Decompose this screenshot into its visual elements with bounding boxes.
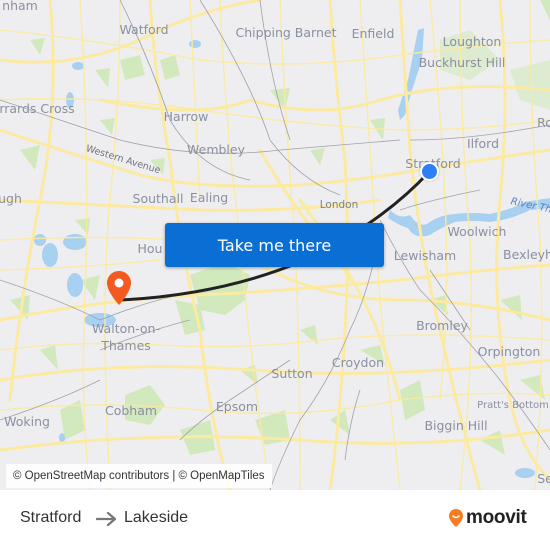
place-label-epsom: Epsom [215,398,259,414]
map-attribution[interactable]: © OpenStreetMap contributors | © OpenMap… [6,464,272,488]
place-label-harrow: Harrow [163,108,209,124]
place-label-chipping-barnet: Chipping Barnet [235,24,337,40]
place-label-orpington: Orpington [477,343,541,359]
map[interactable]: nham Watford Chipping Barnet Enfield Loughto… [0,0,550,490]
route-origin: Stratford [20,509,82,526]
moovit-pin-icon [449,509,463,527]
place-label-cobham: Cobham [104,402,158,418]
place-label-southall: Southall [132,190,184,206]
place-label-bromley: Bromley [416,317,468,333]
footer: Stratford Lakeside moovit [0,490,550,550]
place-label-enfield: Enfield [351,25,395,41]
place-label-watford: Watford [119,21,169,37]
place-label-slough: ugh [0,190,22,206]
place-label-sutton: Sutton [271,365,313,381]
place-label-romford: Ro [537,114,550,130]
place-label-ealing: Ealing [189,189,229,205]
place-label-biggin-hill: Biggin Hill [424,417,488,433]
moovit-logo[interactable]: moovit [448,507,527,529]
arrow-right-icon [96,511,117,527]
place-label-walton-2: Thames [101,337,151,353]
place-label-woking: Woking [4,413,50,429]
place-label-loughton: Loughton [442,33,502,49]
place-label-hounslow: Hou [137,240,163,256]
place-label-sevenoaks: Se [537,470,550,486]
place-label-buckhurst-hill: Buckhurst Hill [418,54,506,70]
place-label-pratts-bottom: Pratt's Bottom [477,400,549,411]
place-label-farnham: nham [2,0,38,13]
place-label-woolwich: Woolwich [447,223,507,239]
place-label-ilford: Ilford [466,135,500,151]
place-label-lewisham: Lewisham [393,247,457,263]
place-label-croydon: Croydon [331,354,385,370]
place-label-bexleyheath: Bexleyh [503,246,550,262]
place-label-walton-1: Walton-on- [92,320,160,336]
origin-marker[interactable] [420,162,439,181]
brand-name: moovit [466,507,527,528]
take-me-there-button[interactable]: Take me there [165,223,384,267]
place-label-gerrards-cross: rrards Cross [0,100,75,116]
place-label-london: London [319,198,359,211]
destination-marker[interactable] [106,270,132,306]
place-label-wembley: Wembley [187,141,245,157]
route-destination: Lakeside [124,509,189,526]
